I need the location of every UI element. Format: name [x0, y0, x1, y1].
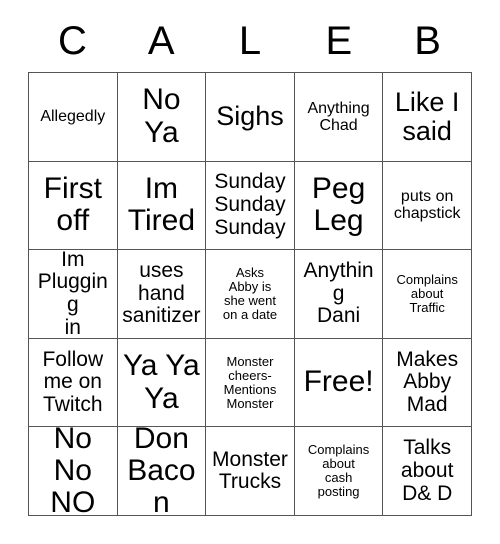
bingo-header-row: CALEB [28, 10, 472, 72]
bingo-cell-3-4[interactable]: Makes Abby Mad [383, 338, 472, 428]
bingo-cell-3-0[interactable]: Follow me on Twitch [29, 338, 118, 428]
bingo-cell-3-2[interactable]: Monster cheers- Mentions Monster [206, 338, 295, 428]
bingo-cell-label: Im Plugging in [37, 250, 108, 339]
bingo-cell-label: Free! [303, 365, 374, 399]
bingo-header-letter-1: A [147, 19, 175, 63]
bingo-cell-label: Sighs [216, 101, 284, 132]
bingo-cell-label: No No NO [50, 427, 96, 516]
bingo-cell-label: No Ya [142, 83, 181, 149]
bingo-cell-label: Peg Leg [311, 172, 366, 238]
bingo-cell-1-2[interactable]: Sunday Sunday Sunday [206, 161, 295, 251]
bingo-cell-1-0[interactable]: First off [29, 161, 118, 251]
bingo-row: No No NO Don Bacon Monster Trucks Complains… [29, 427, 472, 516]
bingo-cell-label: Ya Ya Ya [123, 349, 200, 415]
bingo-cell-0-3[interactable]: Anything Chad [294, 73, 384, 162]
bingo-header-letter-0: C [57, 19, 87, 63]
bingo-row: Im Plugging in uses hand sanitizer Asks Ab… [29, 250, 472, 339]
bingo-cell-label: Allegedly [40, 108, 106, 126]
bingo-cell-2-1[interactable]: uses hand sanitizer [117, 250, 207, 339]
bingo-cell-2-3[interactable]: Anything Dani [294, 250, 384, 339]
bingo-cell-4-4[interactable]: Talks about D& D [383, 427, 472, 516]
bingo-cell-4-1[interactable]: Don Bacon [117, 427, 207, 516]
bingo-cell-label: Complains about Traffic [396, 271, 458, 315]
bingo-row: First off Im Tired Sunday Sunday Sunday Peg… [29, 161, 472, 251]
bingo-cell-4-3[interactable]: Complains about cash posting [294, 427, 384, 516]
bingo-cell-0-4[interactable]: Like I said [383, 73, 472, 162]
bingo-cell-0-2[interactable]: Sighs [206, 73, 295, 162]
bingo-cell-label: Im Tired [127, 172, 196, 238]
bingo-header-letter-3: E [325, 19, 353, 63]
bingo-cell-0-0[interactable]: Allegedly [29, 73, 118, 162]
bingo-card: C A L E B Allegedly No Ya Sighs Anything Chad Li… [28, 10, 472, 516]
bingo-cell-label: puts on chapstick [393, 188, 461, 223]
bingo-cell-label: Follow me on Twitch [42, 347, 104, 416]
bingo-cell-label: Don Bacon [127, 427, 196, 516]
bingo-cell-4-2[interactable]: Monster Trucks [206, 427, 295, 516]
bingo-header-letter-2: L [238, 19, 262, 63]
bingo-cell-1-3[interactable]: Peg Leg [294, 161, 384, 251]
bingo-cell-label: Makes Abby Mad [396, 347, 459, 416]
bingo-cell-label: Anything Chad [307, 99, 370, 134]
bingo-cell-0-1[interactable]: No Ya [117, 73, 207, 162]
bingo-cell-free[interactable]: Free! [294, 338, 384, 428]
bingo-cell-label: Sunday Sunday Sunday [214, 170, 286, 239]
bingo-grid: Allegedly No Ya Sighs Anything Chad Like I s… [28, 72, 472, 516]
bingo-cell-3-1[interactable]: Ya Ya Ya [117, 338, 207, 428]
bingo-cell-label: First off [43, 172, 102, 238]
bingo-cell-label: Anything Dani [303, 258, 374, 328]
bingo-cell-label: Monster cheers- Mentions Monster [223, 353, 277, 411]
bingo-cell-1-1[interactable]: Im Tired [117, 161, 207, 251]
bingo-header-letter-4: B [414, 19, 441, 63]
bingo-cell-1-4[interactable]: puts on chapstick [383, 161, 472, 251]
bingo-cell-label: Complains about cash posting [307, 442, 370, 500]
bingo-cell-2-4[interactable]: Complains about Traffic [383, 250, 472, 339]
bingo-cell-label: uses hand sanitizer [122, 258, 201, 328]
bingo-cell-2-0[interactable]: Im Plugging in [29, 250, 118, 339]
bingo-cell-label: Asks Abby is she went on a date [222, 264, 278, 323]
bingo-row: Allegedly No Ya Sighs Anything Chad Like I s… [29, 73, 472, 162]
bingo-cell-2-2[interactable]: Asks Abby is she went on a date [206, 250, 295, 339]
bingo-cell-label: Monster Trucks [212, 447, 288, 494]
bingo-cell-label: Talks about D& D [400, 436, 454, 505]
bingo-cell-label: Like I said [394, 86, 460, 146]
bingo-cell-4-0[interactable]: No No NO [29, 427, 118, 516]
bingo-row: Follow me on Twitch Ya Ya Ya Monster cheer… [29, 338, 472, 428]
